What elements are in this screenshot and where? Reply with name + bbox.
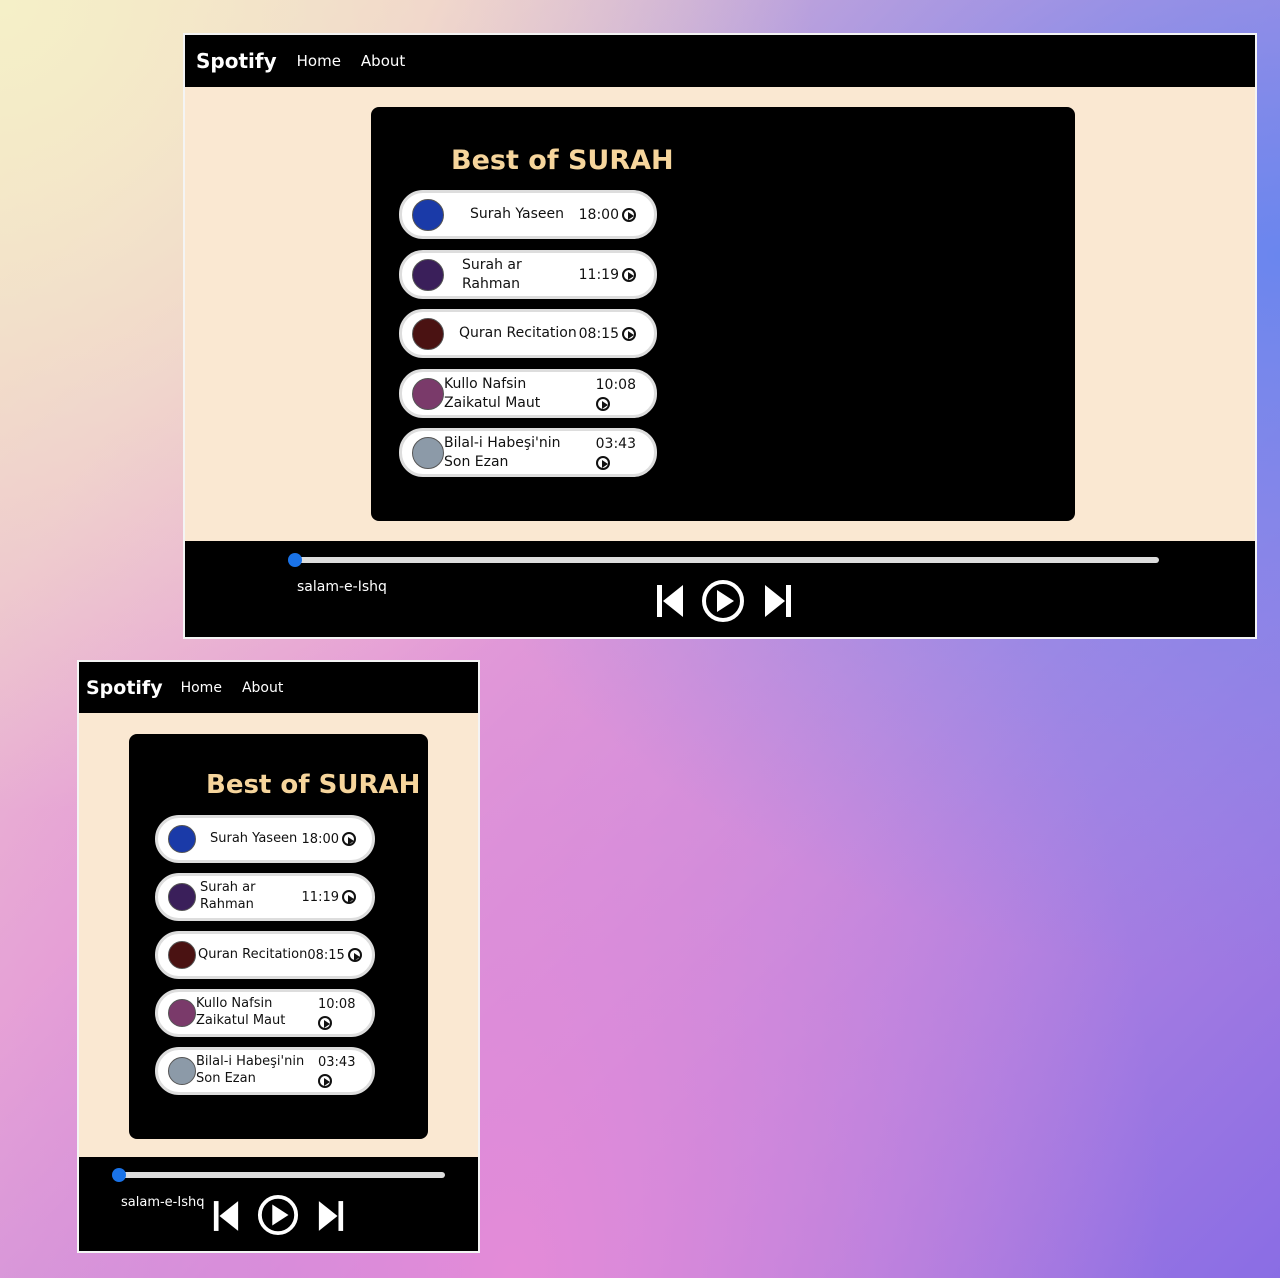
player-bar: salam-e-Ishq (185, 541, 1255, 637)
song-duration-text: 03:43 (595, 435, 636, 452)
song-item[interactable]: Quran Recitation 08:15 (399, 309, 657, 358)
play-circle-icon[interactable] (342, 890, 356, 904)
song-title: Bilal-i Habeşi'nin Son Ezan (444, 435, 561, 470)
song-title: Bilal-i Habeşi'nin Son Ezan (196, 1054, 305, 1086)
song-duration: 03:43 (318, 1055, 355, 1088)
progress-knob[interactable] (112, 1168, 126, 1182)
play-circle-icon[interactable] (595, 455, 610, 470)
song-duration-text: 11:19 (301, 889, 339, 905)
play-circle-icon[interactable] (622, 207, 636, 222)
song-duration-text: 18:00 (578, 206, 619, 223)
play-icon[interactable] (257, 1193, 299, 1237)
song-duration-text: 10:08 (318, 996, 356, 1012)
song-title: Surah Yaseen (210, 830, 298, 846)
playlist-title: Best of SURAH (206, 770, 421, 800)
song-duration-text: 10:08 (595, 376, 636, 393)
play-circle-icon[interactable] (622, 267, 636, 282)
nav-link-about[interactable]: About (242, 680, 283, 696)
song-item[interactable]: Surah Yaseen 18:00 (155, 815, 375, 863)
song-thumbnail (412, 258, 444, 291)
nav-link-about[interactable]: About (361, 52, 405, 70)
playlist-card: Best of SURAH Surah Yaseen 18:00 Surah a… (371, 107, 1075, 521)
previous-icon[interactable] (655, 581, 685, 621)
navbar: Spotify Home About (79, 662, 478, 713)
song-duration: 18:00 (579, 207, 636, 223)
song-thumbnail (168, 1057, 196, 1085)
play-circle-icon[interactable] (342, 832, 356, 846)
song-thumbnail (412, 436, 444, 469)
song-item[interactable]: Surah ar Rahman 11:19 (155, 873, 375, 921)
song-title: Kullo Nafsin Zaikatul Maut (444, 376, 541, 411)
song-duration: 11:19 (302, 890, 356, 905)
play-icon[interactable] (701, 578, 745, 624)
song-duration-text: 08:15 (578, 325, 619, 342)
song-duration-text: 03:43 (318, 1054, 356, 1070)
progress-slider[interactable] (119, 1172, 445, 1178)
now-playing-title: salam-e-Ishq (297, 579, 387, 595)
song-thumbnail (412, 198, 444, 231)
song-duration: 10:08 (318, 997, 355, 1030)
song-duration: 18:00 (302, 832, 356, 847)
song-title: Quran Recitation (459, 325, 577, 342)
song-title: Surah Yaseen (470, 206, 565, 223)
song-item[interactable]: Bilal-i Habeşi'nin Son Ezan 03:43 (155, 1047, 375, 1095)
song-item[interactable]: Bilal-i Habeşi'nin Son Ezan 03:43 (399, 428, 657, 477)
nav-link-home[interactable]: Home (181, 680, 222, 696)
song-item[interactable]: Kullo Nafsin Zaikatul Maut 10:08 (155, 989, 375, 1037)
progress-knob[interactable] (288, 553, 302, 567)
song-duration: 11:19 (579, 267, 636, 283)
nav-link-home[interactable]: Home (297, 52, 341, 70)
play-circle-icon[interactable] (595, 396, 610, 411)
song-item[interactable]: Kullo Nafsin Zaikatul Maut 10:08 (399, 369, 657, 418)
song-thumbnail (168, 999, 196, 1027)
player-bar: salam-e-Ishq (79, 1157, 478, 1251)
song-duration: 08:15 (307, 947, 362, 963)
song-title: Surah ar Rahman (462, 257, 522, 292)
song-item[interactable]: Surah Yaseen 18:00 (399, 190, 657, 239)
song-item[interactable]: Surah ar Rahman 11:19 (399, 250, 657, 299)
song-thumbnail (168, 883, 196, 911)
song-thumbnail (168, 941, 196, 969)
song-duration: 03:43 (595, 435, 636, 470)
song-duration: 08:15 (579, 326, 636, 342)
song-duration-text: 11:19 (578, 266, 619, 283)
navbar: Spotify Home About (185, 35, 1255, 87)
desktop-view: Spotify Home About Best of SURAH Surah Y… (183, 33, 1257, 639)
song-duration: 10:08 (595, 376, 636, 411)
song-thumbnail (412, 317, 444, 350)
song-title: Quran Recitation (198, 946, 308, 962)
playlist-card: Best of SURAH Surah Yaseen 18:00 Surah a… (129, 734, 428, 1139)
previous-icon[interactable] (212, 1197, 240, 1235)
next-icon[interactable] (317, 1197, 345, 1235)
brand-logo[interactable]: Spotify (196, 49, 277, 73)
song-item[interactable]: Quran Recitation 08:15 (155, 931, 375, 979)
song-title: Surah ar Rahman (200, 880, 256, 912)
song-thumbnail (412, 377, 444, 410)
song-title: Kullo Nafsin Zaikatul Maut (196, 996, 286, 1028)
mobile-view: Spotify Home About Best of SURAH Surah Y… (77, 660, 480, 1253)
playlist-title: Best of SURAH (451, 145, 674, 176)
next-icon[interactable] (763, 581, 793, 621)
brand-logo[interactable]: Spotify (86, 677, 163, 699)
play-circle-icon[interactable] (622, 326, 636, 341)
play-circle-icon[interactable] (347, 948, 362, 962)
song-thumbnail (168, 825, 196, 853)
song-duration-text: 08:15 (307, 947, 345, 963)
play-circle-icon[interactable] (318, 1015, 332, 1030)
progress-slider[interactable] (293, 557, 1159, 563)
play-circle-icon[interactable] (318, 1073, 332, 1088)
song-duration-text: 18:00 (301, 831, 339, 847)
now-playing-title: salam-e-Ishq (121, 1195, 205, 1210)
